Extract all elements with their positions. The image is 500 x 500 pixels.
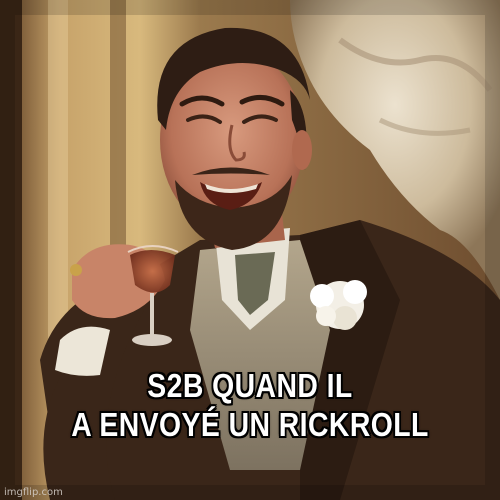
caption-line-1: S2B QUAND IL xyxy=(147,367,353,404)
meme-caption: S2B QUAND IL A ENVOYÉ UN RICKROLL xyxy=(35,366,465,444)
caption-line-2: A ENVOYÉ UN RICKROLL xyxy=(71,406,429,443)
imgflip-watermark: imgflip.com xyxy=(4,487,63,498)
